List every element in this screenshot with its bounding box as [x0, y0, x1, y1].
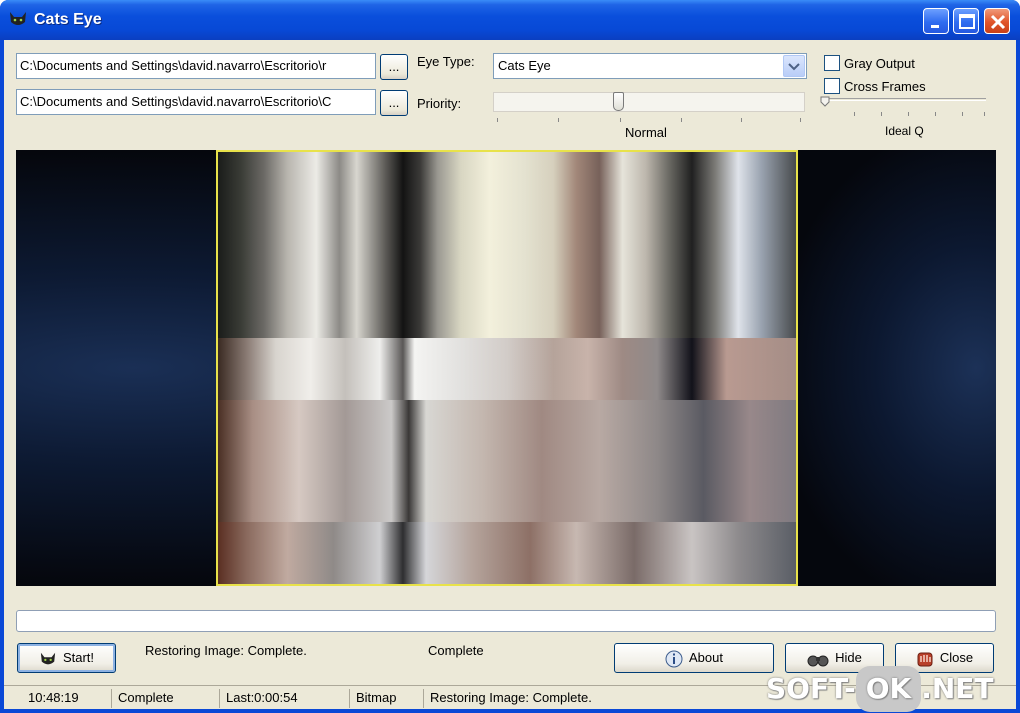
priority-value-label: Normal	[625, 125, 667, 140]
eye-type-label: Eye Type:	[417, 54, 475, 69]
tick	[881, 112, 882, 116]
minimize-icon	[931, 25, 939, 28]
cross-frames-checkbox[interactable]	[824, 78, 840, 94]
tick	[854, 112, 855, 116]
priority-label: Priority:	[417, 96, 462, 111]
image-preview	[16, 150, 996, 586]
minimize-button[interactable]	[923, 8, 949, 34]
hide-label: Hide	[835, 650, 862, 665]
app-window: Cats Eye C:\Documents and Settings\david…	[0, 0, 1020, 713]
start-button[interactable]: Start!	[17, 643, 116, 673]
cat-icon	[10, 12, 26, 25]
restore-status-text: Restoring Image: Complete.	[145, 643, 307, 658]
tick	[800, 118, 801, 122]
tick	[620, 118, 621, 122]
dropdown-button[interactable]	[783, 55, 805, 77]
tick	[558, 118, 559, 122]
input-path-field[interactable]: C:\Documents and Settings\david.navarro\…	[16, 53, 376, 79]
close-window-button[interactable]	[984, 8, 1010, 34]
start-label: Start!	[62, 650, 95, 665]
close-label: Close	[939, 650, 974, 665]
browse-output-button[interactable]: ...	[380, 90, 408, 116]
tick	[741, 118, 742, 122]
about-button[interactable]: About	[614, 643, 774, 673]
watermark-middle: OK	[855, 666, 922, 712]
title-bar[interactable]: Cats Eye	[0, 0, 1020, 40]
client-area: C:\Documents and Settings\david.navarro\…	[4, 40, 1016, 709]
status-message: Restoring Image: Complete.	[430, 690, 592, 705]
status-time: 10:48:19	[22, 689, 112, 708]
gray-output-label[interactable]: Gray Output	[844, 56, 915, 71]
about-label: About	[689, 650, 723, 665]
preview-background	[796, 150, 996, 586]
quality-slider-thumb[interactable]	[820, 96, 830, 108]
chevron-down-icon	[788, 63, 800, 71]
binoculars-icon	[807, 655, 829, 667]
eye-type-value: Cats Eye	[498, 58, 551, 73]
progress-bar	[16, 610, 996, 632]
cross-frames-label[interactable]: Cross Frames	[844, 79, 926, 94]
maximize-icon	[959, 14, 975, 29]
info-icon	[665, 650, 683, 668]
status-format: Bitmap	[350, 689, 424, 708]
tick	[908, 112, 909, 116]
watermark-right: .NET	[921, 672, 994, 705]
maximize-button[interactable]	[953, 8, 979, 34]
tick	[681, 118, 682, 122]
window-title: Cats Eye	[34, 11, 102, 28]
status-text: Complete	[428, 643, 484, 658]
browse-input-button[interactable]: ...	[380, 54, 408, 80]
status-last: Last:0:00:54	[220, 689, 350, 708]
tick	[962, 112, 963, 116]
gray-output-checkbox[interactable]	[824, 55, 840, 71]
tick	[497, 118, 498, 122]
watermark-left: SOFT-	[766, 672, 856, 705]
restored-image	[216, 150, 798, 586]
restored-image-graphic	[218, 152, 796, 584]
watermark: SOFT- OK .NET	[766, 666, 994, 712]
tick	[984, 112, 985, 116]
output-path-field[interactable]: C:\Documents and Settings\david.navarro\…	[16, 89, 376, 115]
eye-type-select[interactable]: Cats Eye	[493, 53, 807, 79]
quality-slider[interactable]	[822, 98, 986, 101]
status-state: Complete	[112, 689, 220, 708]
tick	[935, 112, 936, 116]
priority-slider-thumb[interactable]	[613, 92, 624, 111]
stop-hand-icon	[917, 652, 933, 667]
quality-label: Ideal Q	[885, 124, 924, 138]
close-icon	[990, 14, 1006, 30]
cat-icon	[40, 652, 56, 664]
priority-slider[interactable]	[493, 92, 805, 112]
